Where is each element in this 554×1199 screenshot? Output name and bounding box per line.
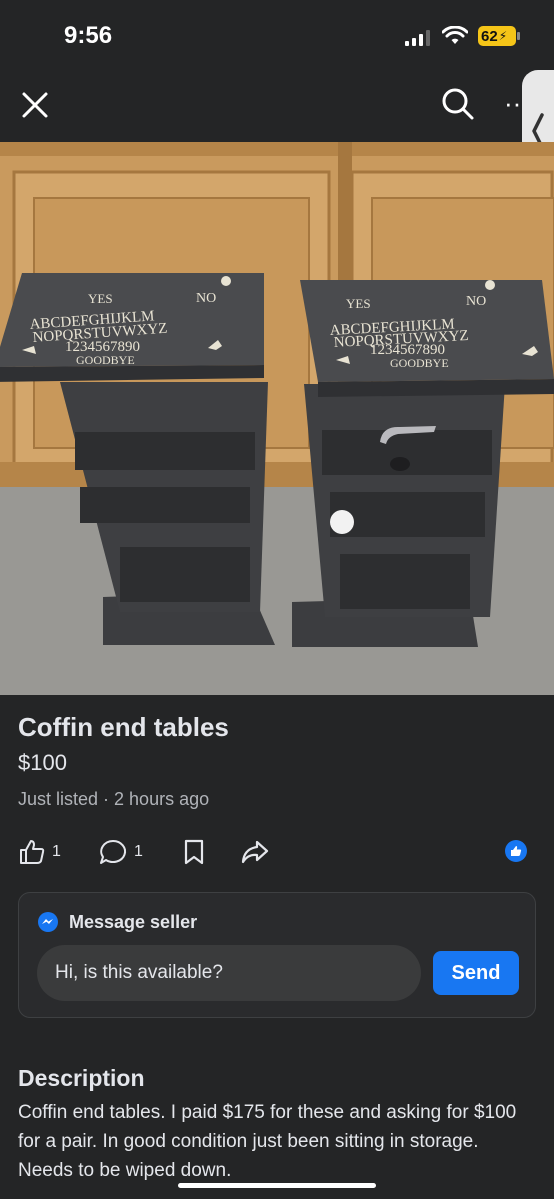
top-nav: ·· bbox=[0, 70, 554, 140]
battery-indicator: 62 ⚡ bbox=[478, 26, 516, 46]
listing-meta: Just listed · 2 hours ago bbox=[18, 789, 210, 809]
message-input[interactable] bbox=[37, 945, 421, 1001]
wifi-icon bbox=[442, 26, 468, 44]
close-icon[interactable] bbox=[18, 88, 52, 122]
description-body: Coffin end tables. I paid $175 for these… bbox=[18, 1102, 517, 1181]
listing-title: Coffin end tables bbox=[18, 712, 229, 742]
cup bbox=[390, 457, 410, 471]
send-button[interactable]: Send bbox=[433, 951, 519, 995]
sun-icon bbox=[485, 280, 495, 290]
listing-photo[interactable]: YES NO ABCDEFGHIJKLM NOPQRSTUVWXYZ 12345… bbox=[0, 142, 554, 695]
share-icon[interactable] bbox=[240, 838, 270, 866]
bookmark-icon[interactable] bbox=[182, 838, 206, 866]
messenger-icon bbox=[38, 912, 58, 932]
comment-button[interactable]: 1 bbox=[98, 838, 143, 866]
left-goodbye: GOODBYE bbox=[76, 353, 135, 367]
right-no: NO bbox=[466, 294, 486, 309]
thumbs-up-icon bbox=[20, 840, 45, 864]
like-count: 1 bbox=[52, 843, 61, 860]
action-bar: 1 1 bbox=[0, 832, 554, 876]
sticker bbox=[330, 510, 354, 534]
left-yes: YES bbox=[88, 291, 113, 306]
signal-icon bbox=[405, 30, 430, 46]
right-yes: YES bbox=[346, 296, 371, 311]
more-icon[interactable]: ·· bbox=[504, 88, 524, 122]
status-bar: 9:56 62 ⚡ bbox=[0, 0, 554, 70]
charging-icon: ⚡ bbox=[498, 29, 508, 43]
message-seller-card: Message seller Send bbox=[18, 892, 536, 1018]
comment-icon bbox=[100, 839, 127, 864]
right-goodbye: GOODBYE bbox=[390, 356, 449, 370]
status-time: 9:56 bbox=[64, 22, 113, 49]
sun-icon bbox=[221, 276, 231, 286]
message-header-label: Message seller bbox=[69, 911, 198, 932]
search-icon[interactable] bbox=[440, 86, 476, 122]
reaction-like-icon bbox=[505, 840, 527, 862]
description-title: Description bbox=[18, 1065, 145, 1091]
like-button[interactable]: 1 bbox=[18, 838, 61, 866]
battery-level: 62 bbox=[481, 27, 498, 45]
battery-tip bbox=[517, 32, 520, 40]
home-indicator[interactable] bbox=[178, 1183, 376, 1188]
listing-price: $100 bbox=[18, 750, 67, 775]
left-no: NO bbox=[196, 291, 216, 306]
message-header: Message seller bbox=[37, 911, 197, 933]
comment-count: 1 bbox=[134, 843, 143, 860]
